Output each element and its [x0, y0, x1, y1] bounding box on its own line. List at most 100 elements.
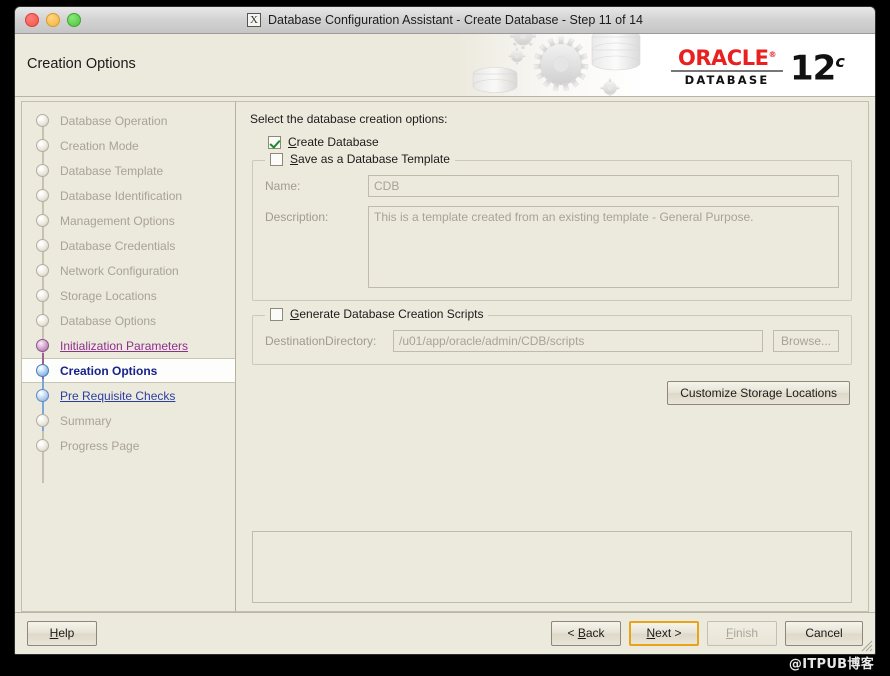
- sidebar-item-progress-page[interactable]: Progress Page: [22, 433, 235, 458]
- template-description-label: Description:: [265, 210, 329, 224]
- sidebar-item-storage-locations[interactable]: Storage Locations: [22, 283, 235, 308]
- sidebar-item-label: Creation Options: [60, 363, 158, 378]
- close-button[interactable]: [25, 13, 39, 27]
- sidebar-item-database-template[interactable]: Database Template: [22, 158, 235, 183]
- logo-divider: [671, 69, 783, 72]
- save-as-template-checkbox[interactable]: [270, 152, 283, 166]
- step-dot-icon: [36, 214, 49, 227]
- next-button[interactable]: Next >: [629, 621, 699, 646]
- finish-label-rest: inish: [733, 626, 759, 640]
- next-mnemonic: N: [646, 626, 656, 640]
- sidebar-item-database-operation[interactable]: Database Operation: [22, 108, 235, 133]
- sidebar-item-management-options[interactable]: Management Options: [22, 208, 235, 233]
- app-icon: X: [247, 13, 261, 27]
- step-dot-icon: [36, 389, 49, 402]
- create-database-label: Create Database: [288, 135, 379, 149]
- window-title: Database Configuration Assistant - Creat…: [268, 13, 643, 27]
- sidebar-item-label: Initialization Parameters: [60, 338, 189, 353]
- cancel-button[interactable]: Cancel: [785, 621, 863, 646]
- save-as-template-legend[interactable]: Save as a Database Template: [265, 152, 455, 166]
- step-dot-icon: [36, 289, 49, 302]
- create-database-checkbox[interactable]: [268, 135, 281, 149]
- title-bar-center: X Database Configuration Assistant - Cre…: [15, 13, 875, 27]
- step-dot-icon: [36, 189, 49, 202]
- mnemonic-char: S: [290, 152, 299, 166]
- template-name-row: Name: CDB: [265, 175, 839, 197]
- oracle-version: 12c: [790, 48, 845, 89]
- sidebar-item-initialization-parameters[interactable]: Initialization Parameters: [22, 333, 235, 358]
- step-dot-icon: [36, 114, 49, 127]
- sidebar-item-creation-options[interactable]: Creation Options: [22, 358, 235, 383]
- generate-scripts-checkbox[interactable]: [270, 307, 283, 321]
- window-controls: [25, 13, 81, 27]
- step-dot-icon: [36, 139, 49, 152]
- generate-scripts-group: Generate Database Creation Scripts Desti…: [252, 307, 852, 365]
- sidebar-item-label: Creation Mode: [60, 138, 139, 153]
- create-database-label-rest: reate Database: [296, 135, 379, 149]
- step-dot-icon: [36, 364, 49, 377]
- resize-grip-icon[interactable]: [859, 638, 873, 652]
- message-panel: [252, 531, 852, 603]
- sidebar-item-summary[interactable]: Summary: [22, 408, 235, 433]
- sidebar-item-label: Summary: [60, 413, 112, 428]
- generate-scripts-label: Generate Database Creation Scripts: [290, 307, 483, 321]
- customize-storage-row: Customize Storage Locations: [248, 381, 850, 405]
- version-suffix: c: [835, 51, 845, 71]
- create-database-checkbox-row[interactable]: Create Database: [268, 135, 856, 149]
- mnemonic-char: C: [288, 135, 297, 149]
- save-as-template-label-rest: ave as a Database Template: [298, 152, 450, 166]
- gears-database-graphic: [472, 34, 641, 96]
- dbca-window: X Database Configuration Assistant - Cre…: [14, 6, 876, 655]
- page-title: Creation Options: [27, 56, 136, 72]
- sidebar-item-pre-requisite-checks[interactable]: Pre Requisite Checks: [22, 383, 235, 408]
- sidebar-item-label: Pre Requisite Checks: [60, 388, 176, 403]
- itpub-watermark: @ITPUB博客: [788, 657, 874, 672]
- instruction-text: Select the database creation options:: [250, 112, 448, 126]
- destination-directory-input[interactable]: /u01/app/oracle/admin/CDB/scripts: [393, 330, 763, 352]
- main-panel: Select the database creation options: Cr…: [236, 101, 869, 612]
- sidebar-item-label: Database Credentials: [60, 238, 176, 253]
- step-dot-icon: [36, 339, 49, 352]
- minimize-button[interactable]: [46, 13, 60, 27]
- template-description-row: Description: This is a template created …: [265, 206, 839, 288]
- sidebar-item-database-options[interactable]: Database Options: [22, 308, 235, 333]
- sidebar-item-database-credentials[interactable]: Database Credentials: [22, 233, 235, 258]
- sidebar-item-label: Progress Page: [60, 438, 140, 453]
- back-mnemonic: B: [577, 626, 586, 640]
- trademark-symbol: ®: [768, 49, 776, 59]
- template-name-label: Name:: [265, 179, 301, 193]
- destination-directory-label: DestinationDirectory:: [265, 334, 377, 348]
- sidebar-item-database-identification[interactable]: Database Identification: [22, 183, 235, 208]
- next-label-rest: ext >: [655, 626, 682, 640]
- step-dot-icon: [36, 314, 49, 327]
- maximize-button[interactable]: [67, 13, 81, 27]
- back-label-rest: ack: [585, 626, 605, 640]
- mnemonic-char: G: [290, 307, 300, 321]
- oracle-product-text: DATABASE: [684, 72, 770, 87]
- step-dot-icon: [36, 439, 49, 452]
- sidebar-item-label: Database Options: [60, 313, 157, 328]
- main-spacer: [248, 405, 856, 531]
- back-button[interactable]: < Back: [551, 621, 621, 646]
- generate-scripts-legend[interactable]: Generate Database Creation Scripts: [265, 307, 489, 321]
- step-dot-icon: [36, 164, 49, 177]
- oracle-logo: ORACLE® DATABASE 12c: [671, 43, 861, 87]
- footer-left-group: Help: [27, 621, 97, 646]
- banner: Creation Options ORACLE® DATABASE 12c: [15, 34, 875, 97]
- sidebar-item-label: Network Configuration: [60, 263, 179, 278]
- help-label-rest: elp: [58, 626, 75, 640]
- template-description-input[interactable]: This is a template created from an exist…: [368, 206, 839, 288]
- template-name-input[interactable]: CDB: [368, 175, 839, 197]
- customize-storage-locations-button[interactable]: Customize Storage Locations: [667, 381, 850, 405]
- step-dot-icon: [36, 414, 49, 427]
- step-dot-icon: [36, 239, 49, 252]
- title-bar: X Database Configuration Assistant - Cre…: [15, 7, 875, 34]
- sidebar-item-creation-mode[interactable]: Creation Mode: [22, 133, 235, 158]
- sidebar-item-label: Database Template: [60, 163, 164, 178]
- footer-right-group: < Back Next > Finish Cancel: [551, 621, 863, 646]
- sidebar-item-network-configuration[interactable]: Network Configuration: [22, 258, 235, 283]
- help-button[interactable]: Help: [27, 621, 97, 646]
- sidebar-item-label: Management Options: [60, 213, 175, 228]
- step-dot-icon: [36, 264, 49, 277]
- browse-button[interactable]: Browse...: [773, 330, 839, 352]
